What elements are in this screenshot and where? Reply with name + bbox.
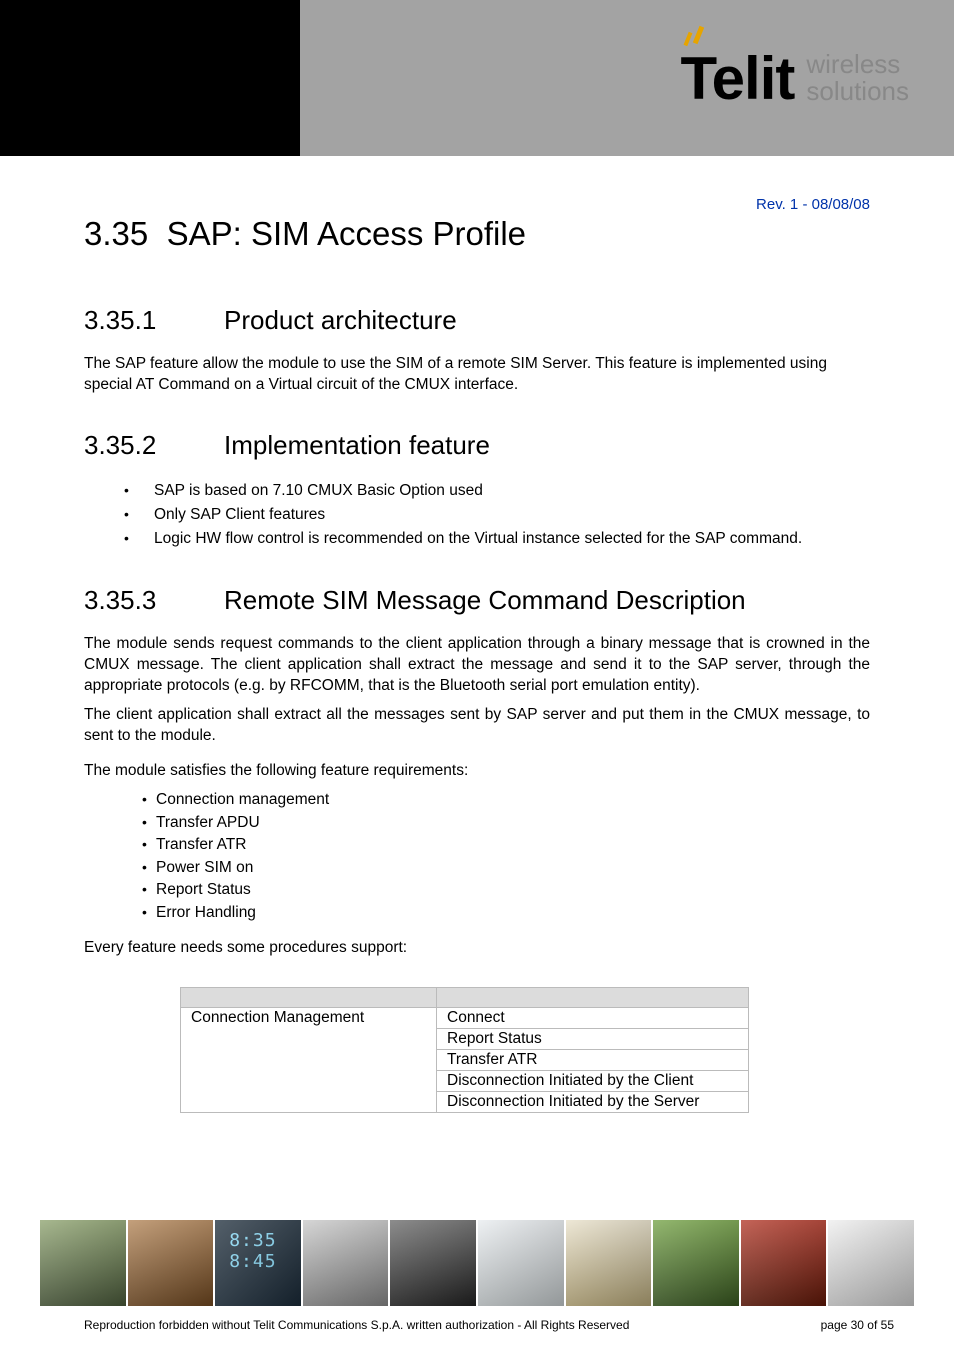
page-header: Telit wireless solutions [0, 0, 954, 156]
footer-tile [390, 1220, 478, 1306]
footer-tile [566, 1220, 654, 1306]
clock-line-1: 8:35 [229, 1230, 276, 1251]
subsection-3-para3: The module satisfies the following featu… [84, 761, 870, 782]
subsection-2-title: Implementation feature [224, 430, 490, 460]
section-heading: 3.35 SAP: SIM Access Profile [84, 215, 870, 253]
subsection-1-para: The SAP feature allow the module to use … [84, 354, 870, 396]
header-gray-block: Telit wireless solutions [300, 0, 954, 156]
footer-right: page 30 of 55 [821, 1318, 894, 1332]
procedures-table-wrap: Connection Management Connect Report Sta… [180, 987, 870, 1113]
section-title: SAP: SIM Access Profile [167, 215, 526, 252]
procedures-table: Connection Management Connect Report Sta… [180, 987, 749, 1113]
footer-tile [741, 1220, 829, 1306]
logo-accent-icon [682, 26, 718, 50]
subsection-1-heading: 3.35.1Product architecture [84, 305, 870, 336]
list-item: SAP is based on 7.10 CMUX Basic Option u… [124, 479, 870, 503]
footer-tile [653, 1220, 741, 1306]
footer-tile [128, 1220, 216, 1306]
subsection-2-bullets: SAP is based on 7.10 CMUX Basic Option u… [124, 479, 870, 551]
table-cell-procedure: Transfer ATR [437, 1050, 749, 1071]
logo-subtitle: wireless solutions [806, 51, 909, 106]
subsection-3-para2: The client application shall extract all… [84, 705, 870, 747]
table-cell-procedure: Disconnection Initiated by the Client [437, 1071, 749, 1092]
footer-tile [303, 1220, 391, 1306]
subsection-2-number: 3.35.2 [84, 430, 224, 461]
list-item: Logic HW flow control is recommended on … [124, 527, 870, 551]
list-item: Transfer APDU [142, 812, 870, 834]
table-header-cell [181, 988, 437, 1008]
footer-tile [828, 1220, 914, 1306]
list-item: Only SAP Client features [124, 503, 870, 527]
table-cell-feature: Connection Management [181, 1008, 437, 1113]
page-content: Rev. 1 - 08/08/08 3.35 SAP: SIM Access P… [0, 156, 954, 1113]
footer-text: Reproduction forbidden without Telit Com… [84, 1318, 894, 1332]
logo-sub-line2: solutions [806, 78, 909, 105]
subsection-3-heading: 3.35.3Remote SIM Message Command Descrip… [84, 585, 870, 616]
list-item: Error Handling [142, 902, 870, 924]
footer-tile: 8:35 8:45 [215, 1220, 303, 1306]
table-header-row [181, 988, 749, 1008]
footer-left: Reproduction forbidden without Telit Com… [84, 1318, 629, 1332]
footer-image-strip: 8:35 8:45 [40, 1220, 914, 1306]
clock-overlay: 8:35 8:45 [229, 1230, 276, 1272]
subsection-3-title: Remote SIM Message Command Description [224, 585, 746, 615]
subsection-3-para1: The module sends request commands to the… [84, 634, 870, 697]
table-cell-procedure: Disconnection Initiated by the Server [437, 1092, 749, 1113]
feature-requirements-list: Connection management Transfer APDU Tran… [142, 789, 870, 924]
logo-sub-line1: wireless [806, 51, 909, 78]
list-item: Report Status [142, 879, 870, 901]
logo-text: Telit [680, 44, 794, 113]
list-item: Power SIM on [142, 857, 870, 879]
footer-tile [478, 1220, 566, 1306]
subsection-2-heading: 3.35.2Implementation feature [84, 430, 870, 461]
table-cell-procedure: Report Status [437, 1029, 749, 1050]
header-black-block [0, 0, 300, 156]
section-number: 3.35 [84, 215, 148, 252]
revision-text: Rev. 1 - 08/08/08 [84, 196, 870, 213]
list-item: Transfer ATR [142, 834, 870, 856]
subsection-1-number: 3.35.1 [84, 305, 224, 336]
subsection-3-number: 3.35.3 [84, 585, 224, 616]
subsection-1-title: Product architecture [224, 305, 457, 335]
logo-main-text: Telit [680, 45, 794, 112]
list-item: Connection management [142, 789, 870, 811]
table-header-cell [437, 988, 749, 1008]
logo: Telit wireless solutions [680, 44, 909, 113]
table-cell-procedure: Connect [437, 1008, 749, 1029]
footer-tile [40, 1220, 128, 1306]
subsection-3-para4: Every feature needs some procedures supp… [84, 938, 870, 959]
table-row: Connection Management Connect [181, 1008, 749, 1029]
clock-line-2: 8:45 [229, 1251, 276, 1272]
